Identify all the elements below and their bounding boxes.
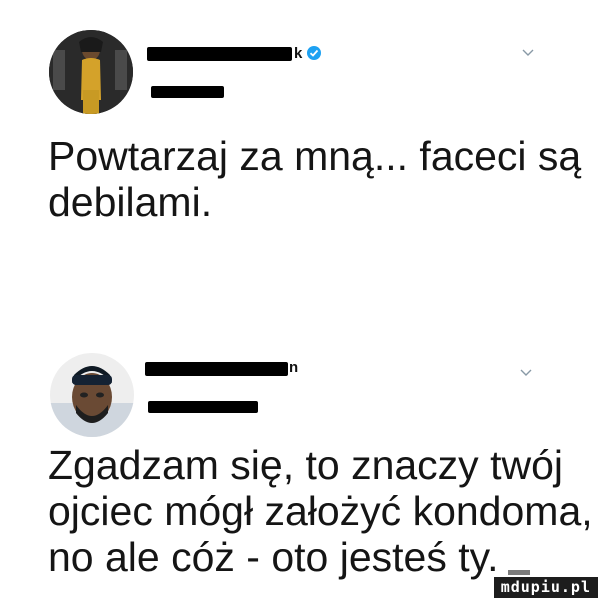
tweet-card-1: k Powtarzaj za mną... faceci są debilami… xyxy=(0,0,600,300)
avatar[interactable] xyxy=(49,30,133,114)
chevron-down-icon[interactable] xyxy=(518,42,538,62)
tweet-body-line: debilami. xyxy=(48,179,213,225)
redacted-display-name xyxy=(145,362,288,376)
avatar[interactable] xyxy=(50,353,134,437)
tweet-card-2: n Zgadzam się, to znaczy twój ojciec móg… xyxy=(0,300,600,600)
redacted-display-name xyxy=(147,47,292,61)
verified-badge-icon xyxy=(306,45,322,61)
tweet-body: Powtarzaj za mną... faceci są debilami. xyxy=(48,133,582,225)
chevron-down-icon[interactable] xyxy=(516,362,536,382)
smudge-mark xyxy=(508,570,530,575)
tweet-body-line: ojciec mógł założyć kondoma, xyxy=(48,488,593,534)
tweet-body-line: Powtarzaj za mną... faceci są xyxy=(48,133,582,179)
tweet-body-line: Zgadzam się, to znaczy twój xyxy=(48,442,563,488)
tweet-body-line: no ale cóż - oto jesteś ty. xyxy=(48,534,499,580)
tweet-body: Zgadzam się, to znaczy twój ojciec mógł … xyxy=(48,442,593,580)
display-name-visible: n xyxy=(289,359,299,376)
watermark-logo: mdupiu.pl xyxy=(493,577,598,598)
redacted-handle xyxy=(151,86,224,98)
display-name-visible: k xyxy=(294,45,303,62)
redacted-handle xyxy=(148,401,258,413)
